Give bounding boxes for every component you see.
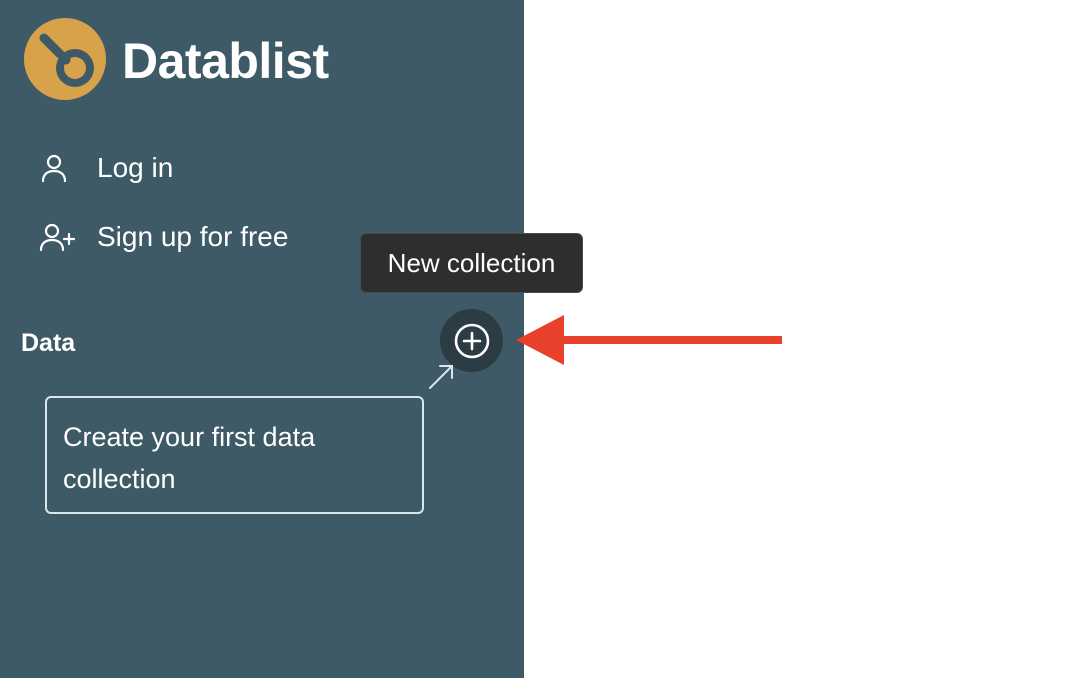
brand-name[interactable]: Datablist [122, 30, 329, 92]
arrow-up-right-icon [429, 365, 453, 389]
nav-signup-label: Sign up for free [97, 221, 289, 252]
data-section-title: Data [21, 329, 76, 357]
nav-login[interactable]: Log in [38, 150, 173, 186]
sidebar: Datablist Log in Sign up for free Data C… [0, 0, 524, 678]
nav-login-label: Log in [97, 152, 174, 183]
plus-circle-icon [454, 323, 489, 358]
nav-signup[interactable]: Sign up for free [38, 219, 288, 255]
empty-collection-hint: Create your first data collection [45, 396, 424, 514]
datablist-logo-icon[interactable] [24, 18, 106, 100]
annotation-arrow-icon [516, 315, 782, 365]
user-icon [38, 150, 78, 186]
user-plus-icon [38, 219, 78, 255]
tooltip: New collection [360, 233, 583, 293]
